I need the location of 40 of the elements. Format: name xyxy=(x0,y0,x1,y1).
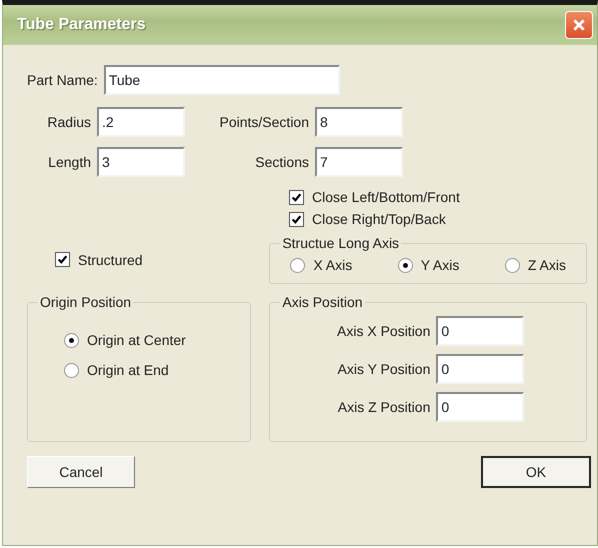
input-field[interactable]: 3 xyxy=(97,147,185,177)
radio-label: Origin at End xyxy=(87,362,169,378)
checkbox-label: Structured xyxy=(78,252,143,268)
radio-label: Origin at Center xyxy=(87,332,186,348)
dialog-button[interactable]: Cancel xyxy=(27,456,135,488)
input-field[interactable]: 0 xyxy=(436,354,524,384)
radio-button[interactable] xyxy=(64,362,79,378)
window-title: Tube Parameters xyxy=(17,16,146,34)
input-field[interactable]: 7 xyxy=(315,147,403,177)
dialog-button[interactable]: OK xyxy=(481,456,591,488)
field-label: Part Name: xyxy=(27,72,98,88)
group-title: Structue Long Axis xyxy=(281,235,400,251)
field-label: Sections xyxy=(254,154,309,170)
close-icon xyxy=(572,18,586,32)
close-button[interactable] xyxy=(565,11,593,39)
field-label: Length xyxy=(47,154,91,170)
input-field[interactable]: 0 xyxy=(436,316,524,346)
field-label: Axis Y Position xyxy=(336,361,430,377)
radio-button[interactable] xyxy=(398,258,413,272)
radio-button[interactable] xyxy=(64,332,79,348)
field-label: Radius xyxy=(46,114,91,130)
input-field[interactable]: 0 xyxy=(436,392,524,422)
checkbox[interactable] xyxy=(289,190,304,204)
group-title: Origin Position xyxy=(39,294,132,310)
radio-label: Y Axis xyxy=(420,257,460,273)
checkbox[interactable] xyxy=(289,212,304,226)
radio-label: X Axis xyxy=(313,257,352,273)
input-field[interactable]: 8 xyxy=(315,107,403,137)
field-label: Axis Z Position xyxy=(336,399,430,415)
input-field[interactable]: Tube xyxy=(104,65,340,95)
input-field[interactable]: .2 xyxy=(97,107,185,137)
radio-button[interactable] xyxy=(504,258,520,272)
radio-button[interactable] xyxy=(290,258,306,272)
checkbox-label: Close Right/Top/Back xyxy=(312,211,446,227)
checkbox-label: Close Left/Bottom/Front xyxy=(312,189,460,205)
radio-label: Z Axis xyxy=(528,257,566,273)
group-title: Axis Position xyxy=(281,294,364,310)
checkbox[interactable] xyxy=(55,252,70,267)
field-label: Axis X Position xyxy=(336,323,430,339)
field-label: Points/Section xyxy=(218,114,309,130)
